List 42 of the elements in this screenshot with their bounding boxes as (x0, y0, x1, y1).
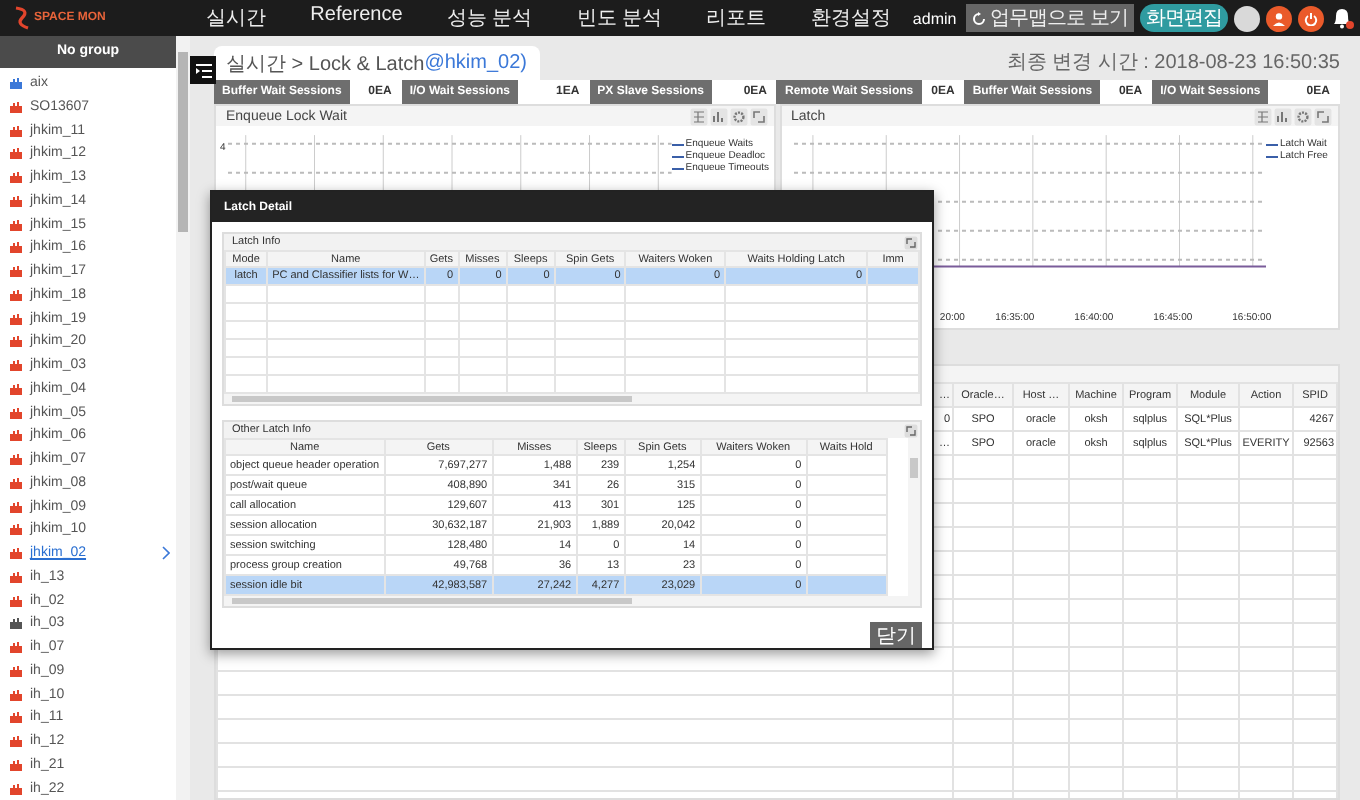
user-name: admin (912, 9, 957, 27)
last-updated-time: 최종 변경 시간 : 2018-08-23 16:50:35 (1006, 50, 1340, 76)
table-icon[interactable] (689, 107, 707, 125)
logout-button[interactable] (1298, 5, 1324, 31)
chart-icon[interactable] (1274, 107, 1292, 125)
logo-icon (12, 6, 32, 30)
chart-icon[interactable] (709, 107, 727, 125)
power-icon (1304, 11, 1318, 25)
user-button[interactable] (1266, 5, 1292, 31)
map-view-button[interactable]: 업무맵으로 보기 (966, 4, 1134, 32)
scrollbar[interactable] (224, 394, 920, 404)
nav-link[interactable]: 리포트 (706, 4, 767, 32)
legend-line-icon (671, 141, 684, 147)
close-button[interactable]: 닫기 (870, 622, 922, 648)
expand-icon[interactable] (749, 107, 767, 125)
nav-link[interactable]: 성능 분석 (446, 4, 533, 32)
chevron-right-icon (162, 546, 170, 561)
settings-icon[interactable] (729, 107, 747, 125)
bell-icon (1330, 6, 1354, 30)
nav-link[interactable]: 실시간 (206, 4, 267, 32)
list-icon (195, 63, 211, 77)
legend-line-icon (1266, 141, 1278, 147)
panel-toggle-button[interactable] (190, 56, 216, 84)
settings-icon[interactable] (1294, 107, 1312, 125)
nav-link[interactable]: 환경설정 (810, 4, 891, 32)
scrollbar[interactable] (176, 36, 190, 800)
nav-link[interactable]: 빈도 분석 (576, 4, 663, 32)
person-icon (1272, 11, 1286, 25)
scrollbar[interactable] (224, 596, 920, 606)
breadcrumb-tab[interactable]: 실시간 > Lock & Latch@hkim_02) (214, 46, 539, 80)
refresh-icon (972, 11, 987, 25)
scrollbar[interactable] (908, 438, 920, 596)
expand-icon[interactable] (904, 235, 918, 249)
table-icon[interactable] (1254, 107, 1272, 125)
legend-line-icon (1266, 153, 1278, 159)
legend-line-icon (671, 165, 684, 171)
avatar-button[interactable] (1234, 5, 1260, 31)
expand-icon[interactable] (904, 423, 918, 437)
nav-link[interactable]: Reference (310, 4, 403, 32)
notification-button[interactable] (1330, 5, 1356, 31)
expand-icon[interactable] (1314, 107, 1332, 125)
legend-line-icon (671, 153, 684, 159)
